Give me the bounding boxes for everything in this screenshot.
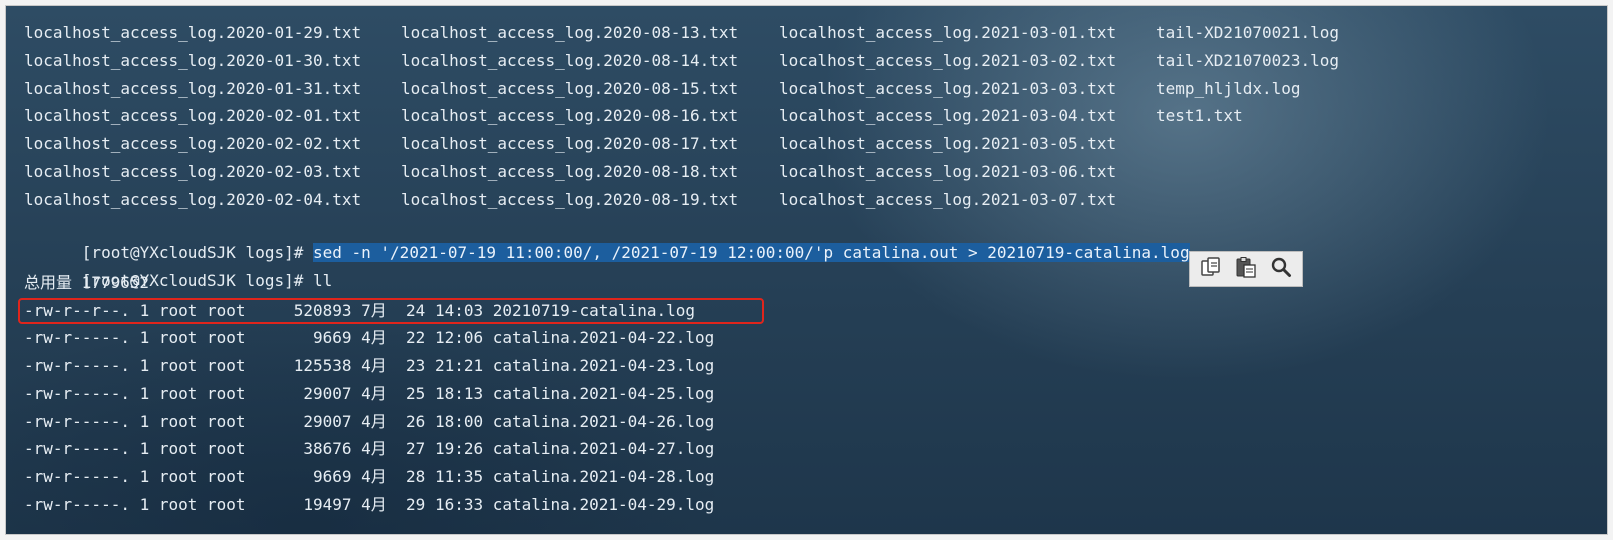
ll-row: -rw-r-----. 1 root root 9669 4月 28 11:35… — [24, 467, 715, 486]
file-name: localhost_access_log.2020-02-01.txt — [24, 106, 362, 125]
file-name: localhost_access_log.2020-01-31.txt — [24, 79, 362, 98]
file-name: localhost_access_log.2020-08-16.txt — [401, 106, 739, 125]
listing-row: localhost_access_log.2020-02-01.txt loca… — [24, 103, 1243, 129]
listing-row: localhost_access_log.2020-01-30.txt loca… — [24, 48, 1339, 74]
file-name: localhost_access_log.2021-03-07.txt — [779, 190, 1117, 209]
file-name: localhost_access_log.2021-03-03.txt — [779, 79, 1117, 98]
paste-icon — [1235, 256, 1257, 282]
listing-row: localhost_access_log.2020-01-31.txt loca… — [24, 76, 1301, 102]
floating-toolbar — [1189, 251, 1303, 287]
terminal[interactable]: localhost_access_log.2020-01-29.txt loca… — [5, 5, 1608, 535]
file-name: localhost_access_log.2020-08-14.txt — [401, 51, 739, 70]
file-name: localhost_access_log.2020-08-13.txt — [401, 23, 739, 42]
file-name: localhost_access_log.2020-01-29.txt — [24, 23, 362, 42]
copy-icon — [1200, 256, 1222, 282]
file-name: localhost_access_log.2020-02-03.txt — [24, 162, 362, 181]
command-line: [root@YXcloudSJK logs]# ll — [24, 242, 332, 290]
file-name: localhost_access_log.2020-08-15.txt — [401, 79, 739, 98]
listing-row: localhost_access_log.2020-02-04.txt loca… — [24, 187, 1116, 213]
command-text: ll — [312, 271, 333, 290]
file-name: temp_hljldx.log — [1156, 79, 1301, 98]
ll-row: -rw-r-----. 1 root root 125538 4月 23 21:… — [24, 356, 715, 375]
paste-button[interactable] — [1231, 254, 1261, 284]
ll-row: -rw-r-----. 1 root root 29007 4月 26 18:0… — [24, 412, 715, 431]
ll-row: -rw-r-----. 1 root root 38676 4月 27 19:2… — [24, 439, 715, 458]
copy-button[interactable] — [1196, 254, 1226, 284]
file-name: localhost_access_log.2020-02-02.txt — [24, 134, 362, 153]
file-name: localhost_access_log.2021-03-01.txt — [779, 23, 1117, 42]
listing-row: localhost_access_log.2020-02-02.txt loca… — [24, 131, 1116, 157]
file-name: localhost_access_log.2020-01-30.txt — [24, 51, 362, 70]
file-name: localhost_access_log.2021-03-02.txt — [779, 51, 1117, 70]
command-line: [root@YXcloudSJK logs]# sed -n '/2021-07… — [24, 214, 1190, 262]
file-name: localhost_access_log.2021-03-05.txt — [779, 134, 1117, 153]
file-name: localhost_access_log.2021-03-04.txt — [779, 106, 1117, 125]
ll-row: -rw-r-----. 1 root root 29007 4月 25 18:1… — [24, 384, 715, 403]
selected-command-text[interactable]: sed -n '/2021-07-19 11:00:00/, /2021-07-… — [312, 243, 1190, 262]
search-button[interactable] — [1266, 254, 1296, 284]
file-name: tail-XD21070023.log — [1156, 51, 1340, 70]
file-name: tail-XD21070021.log — [1156, 23, 1340, 42]
window-frame: localhost_access_log.2020-01-29.txt loca… — [0, 0, 1613, 540]
listing-row: localhost_access_log.2020-01-29.txt loca… — [24, 20, 1339, 46]
file-name: localhost_access_log.2020-08-17.txt — [401, 134, 739, 153]
total-line: 总用量 1779652 — [24, 273, 150, 292]
search-icon — [1270, 256, 1292, 282]
file-name: test1.txt — [1156, 106, 1243, 125]
listing-row: localhost_access_log.2020-02-03.txt loca… — [24, 159, 1116, 185]
file-name: localhost_access_log.2020-08-19.txt — [401, 190, 739, 209]
file-name: localhost_access_log.2020-08-18.txt — [401, 162, 739, 181]
file-name: localhost_access_log.2020-02-04.txt — [24, 190, 362, 209]
ll-row: -rw-r-----. 1 root root 19497 4月 29 16:3… — [24, 495, 715, 514]
file-name: localhost_access_log.2021-03-06.txt — [779, 162, 1117, 181]
annotation-highlight-box — [18, 298, 764, 324]
ll-row: -rw-r-----. 1 root root 9669 4月 22 12:06… — [24, 328, 715, 347]
